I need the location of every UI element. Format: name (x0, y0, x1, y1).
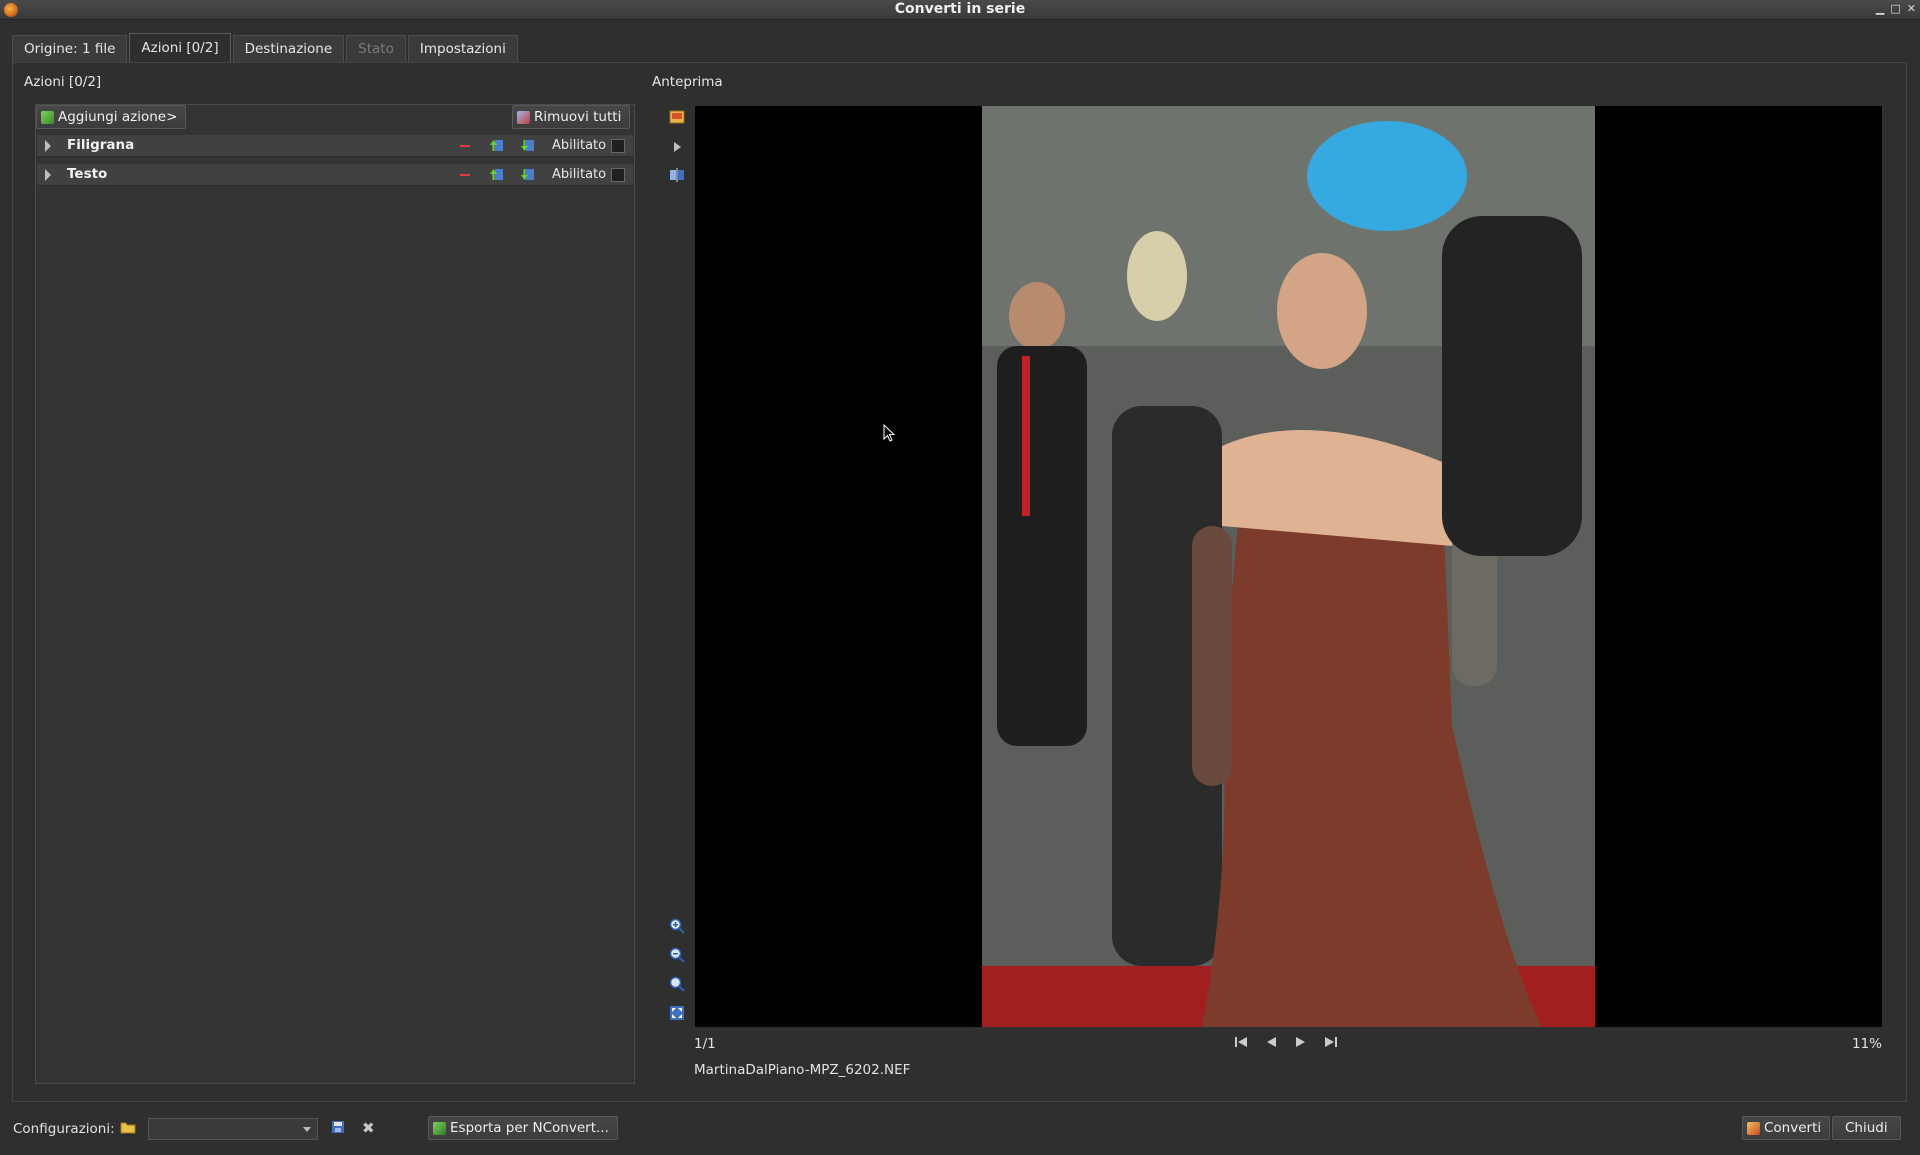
move-up-icon[interactable] (490, 168, 503, 181)
first-image-icon[interactable] (1233, 1034, 1249, 1050)
add-action-label: Aggiungi azione> (58, 109, 178, 125)
mouse-cursor-icon (883, 423, 896, 446)
enabled-label: Abilitato (552, 167, 607, 182)
add-action-icon (41, 110, 54, 124)
enabled-label: Abilitato (552, 138, 607, 153)
next-image-icon[interactable] (1293, 1034, 1309, 1050)
tab-bar: Origine: 1 file Azioni [0/2] Destinazion… (12, 33, 520, 62)
config-label: Configurazioni: (13, 1121, 115, 1137)
window-titlebar: Converti in serie ▁ □ ✕ (0, 0, 1920, 20)
zoom-out-icon[interactable] (666, 944, 688, 966)
enabled-checkbox[interactable] (611, 139, 625, 153)
actions-list (35, 104, 635, 1084)
expand-arrow-icon[interactable] (45, 169, 51, 181)
close-window-icon[interactable]: ✕ (1907, 2, 1916, 15)
chevron-down-icon (303, 1127, 311, 1132)
tab-actions[interactable]: Azioni [0/2] (129, 33, 231, 62)
preview-filename: MartinaDalPiano-MPZ_6202.NEF (694, 1062, 911, 1078)
save-config-icon[interactable] (331, 1120, 345, 1138)
export-icon (433, 1121, 446, 1135)
play-icon[interactable] (666, 136, 688, 158)
compare-icon[interactable] (666, 164, 688, 186)
tab-destination[interactable]: Destinazione (232, 35, 345, 62)
close-button[interactable]: Chiudi (1832, 1116, 1901, 1140)
convert-icon (1747, 1121, 1760, 1135)
tab-settings[interactable]: Impostazioni (407, 35, 518, 62)
action-name: Testo (67, 166, 108, 182)
zoom-level: 11% (1851, 1036, 1882, 1052)
fit-to-window-icon[interactable] (666, 1002, 688, 1024)
remove-action-icon[interactable] (460, 174, 470, 176)
export-nconvert-label: Esporta per NConvert... (450, 1120, 609, 1136)
preview-photo (982, 106, 1595, 1027)
preview-navigation (1233, 1034, 1339, 1050)
minimize-icon[interactable]: ▁ (1876, 2, 1884, 15)
enabled-checkbox[interactable] (611, 168, 625, 182)
remove-all-label: Rimuovi tutti (534, 109, 622, 125)
remove-action-icon[interactable] (460, 145, 470, 147)
export-nconvert-button[interactable]: Esporta per NConvert... (428, 1116, 618, 1140)
action-row-text[interactable]: Testo Abilitato (37, 164, 633, 186)
last-image-icon[interactable] (1323, 1034, 1339, 1050)
remove-all-icon (517, 110, 530, 124)
maximize-icon[interactable]: □ (1890, 2, 1900, 15)
convert-label: Converti (1764, 1120, 1822, 1136)
action-row-watermark[interactable]: Filigrana Abilitato (37, 135, 633, 157)
zoom-in-icon[interactable] (666, 915, 688, 937)
page-counter: 1/1 (694, 1036, 716, 1052)
zoom-actual-icon[interactable] (666, 973, 688, 995)
remove-all-button[interactable]: Rimuovi tutti (512, 105, 631, 129)
move-down-icon[interactable] (521, 168, 534, 181)
previous-image-icon[interactable] (1263, 1034, 1279, 1050)
config-select[interactable] (148, 1118, 318, 1140)
move-down-icon[interactable] (521, 139, 534, 152)
preview-image-icon[interactable] (666, 106, 688, 128)
tab-origin[interactable]: Origine: 1 file (12, 35, 128, 62)
add-action-button[interactable]: Aggiungi azione> (36, 105, 187, 129)
move-up-icon[interactable] (490, 139, 503, 152)
tab-status: Stato (346, 35, 406, 62)
preview-canvas[interactable] (695, 106, 1882, 1027)
expand-arrow-icon[interactable] (45, 140, 51, 152)
window-title: Converti in serie (894, 1, 1026, 17)
convert-button[interactable]: Converti (1742, 1116, 1831, 1140)
action-name: Filigrana (67, 137, 135, 153)
open-config-folder-icon[interactable] (120, 1120, 136, 1138)
delete-config-icon[interactable]: ✖ (362, 1119, 375, 1137)
preview-group-title: Anteprima (652, 74, 723, 90)
actions-group-title: Azioni [0/2] (24, 74, 102, 90)
